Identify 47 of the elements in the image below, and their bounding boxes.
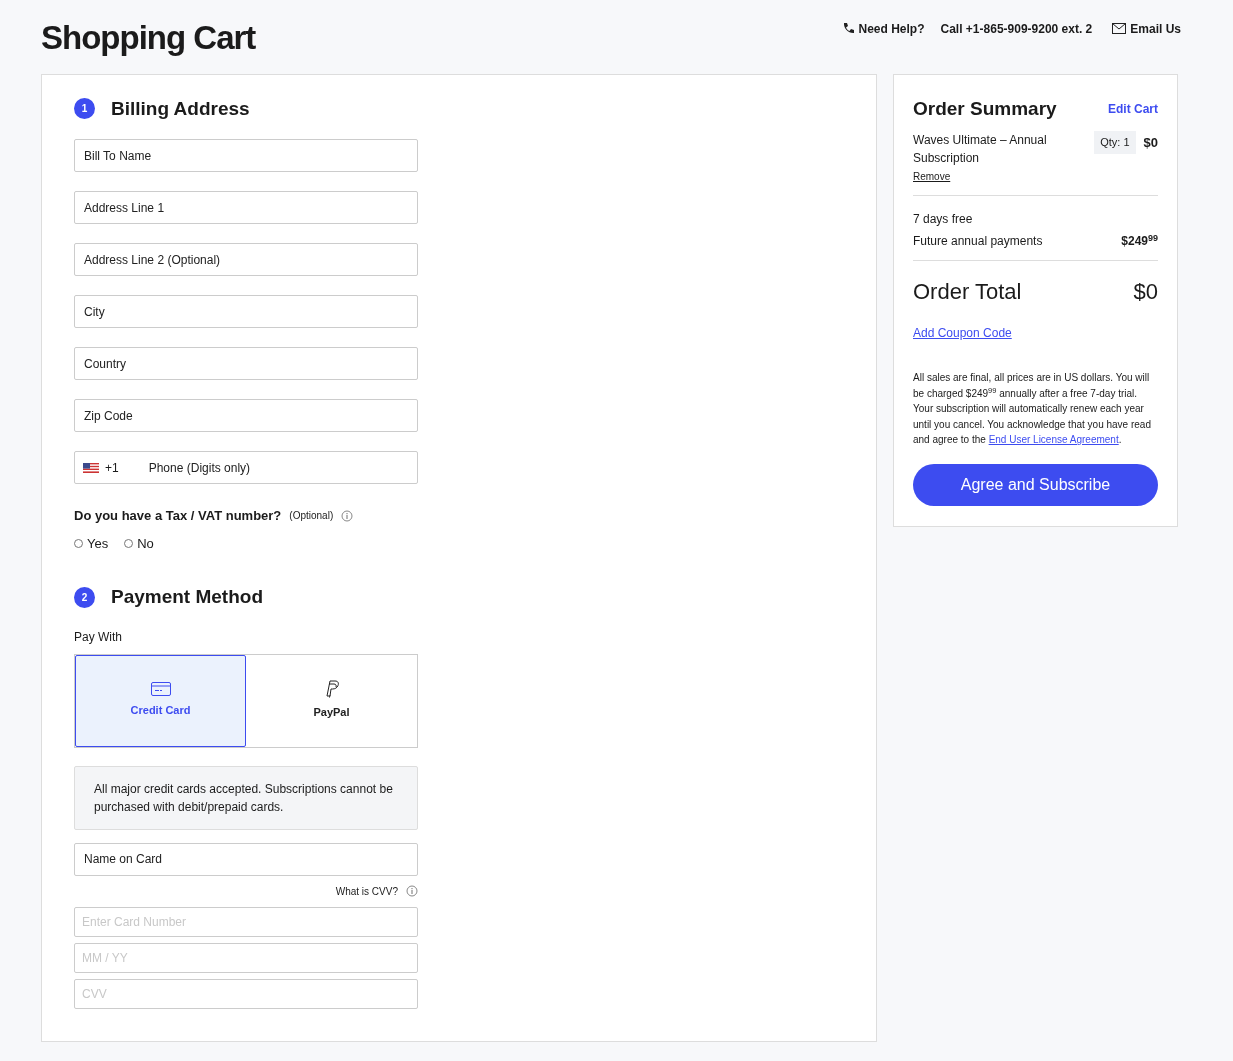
input-field[interactable]: Name on Card <box>74 842 418 876</box>
envelope-icon <box>1112 23 1127 35</box>
section-title: Billing Address <box>111 96 250 121</box>
credit-card-icon <box>150 682 171 697</box>
paypal-icon <box>323 680 340 699</box>
page-title: Shopping Cart <box>41 18 256 58</box>
phone-link[interactable]: Call +1-865-909-9200 ext. 2 <box>940 19 1093 38</box>
phone-icon <box>841 22 855 36</box>
radio-option[interactable]: No <box>124 533 154 554</box>
help-label: Need Help? <box>858 20 925 38</box>
flag-icon <box>83 462 99 473</box>
input-field[interactable]: City <box>74 295 418 329</box>
input-field[interactable]: Zip Code <box>74 399 418 433</box>
phone-field[interactable]: +1 Phone (Digits only) <box>74 451 418 485</box>
future-price: $249$^{99}$ <box>1121 232 1158 251</box>
input-field[interactable]: Address Line 2 (Optional) <box>74 243 418 277</box>
total-label: Order Total <box>913 278 1022 307</box>
pay-with-label: Pay With <box>74 628 123 646</box>
input-field[interactable]: Country <box>74 347 418 381</box>
step-number: 1 <box>74 98 95 120</box>
future-payments-label: Future annual payments <box>913 233 1043 251</box>
optional-note: (Optional) <box>289 509 334 524</box>
payment-option[interactable]: Credit Card <box>75 654 246 747</box>
summary-title: Order Summary <box>913 96 1057 121</box>
item-name: Waves Ultimate – Annual Subscription <box>913 132 1048 168</box>
subscribe-button[interactable]: Agree and Subscribe <box>913 463 1158 506</box>
info-notice: All major credit cards accepted. Subscriptions cannot be purchased with debit/prepaid cards. <box>74 765 418 830</box>
remove-link[interactable]: Remove <box>913 171 951 183</box>
edit-cart-link[interactable]: Edit Cart <box>1108 99 1158 118</box>
info-icon <box>406 885 418 898</box>
cvv-help-link[interactable]: What is CVV? <box>335 883 398 899</box>
trial-label: 7 days free <box>913 211 974 229</box>
tax-question: Do you have a Tax / VAT number? <box>74 507 282 526</box>
total-amount: $0 <box>1133 278 1158 307</box>
coupon-link[interactable]: Add Coupon Code <box>913 324 1012 343</box>
input-field[interactable]: Address Line 1 <box>74 191 418 225</box>
info-icon <box>341 509 354 522</box>
section-title: Payment Method <box>111 585 264 610</box>
email-link[interactable]: Email Us <box>1112 19 1181 38</box>
item-price: $0 <box>1143 133 1158 152</box>
license-link[interactable]: End User License Agreement <box>988 434 1119 446</box>
step-number: 2 <box>74 586 95 608</box>
terms-text: All sales are final, all prices are in US dollars. You will be charged $249$^{99}$ annually after a free 7-day trial. Your subscription will automatically renew each year until you cancel. You acknowledge that you have read and agree to the End User License Agreement. <box>913 371 1152 448</box>
quantity-badge: Qty: 1 <box>1094 131 1136 154</box>
input-field[interactable]: Bill To Name <box>74 139 418 173</box>
radio-option[interactable]: Yes <box>74 533 109 554</box>
country-code: +1 <box>105 459 119 477</box>
